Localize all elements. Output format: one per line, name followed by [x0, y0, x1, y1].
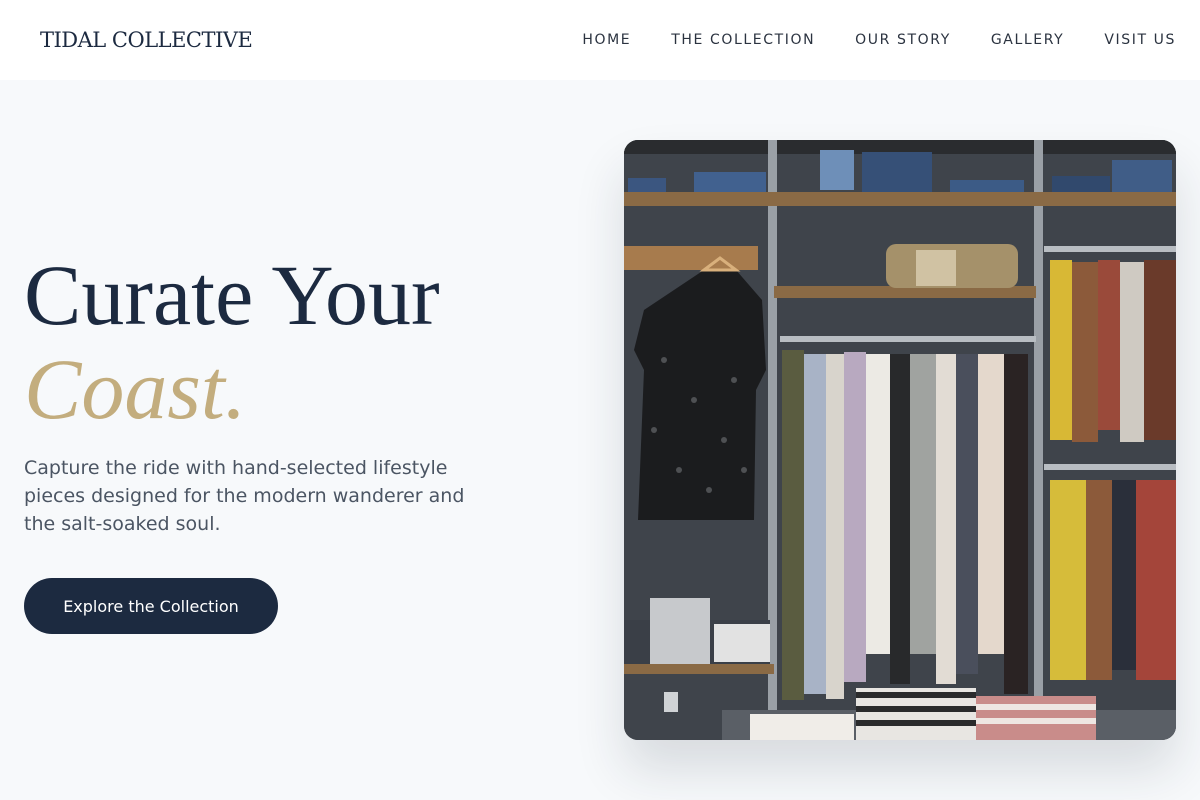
headline-line-1: Curate Your: [24, 247, 440, 343]
nav-link-the-collection[interactable]: THE COLLECTION: [671, 32, 815, 48]
hero-description: Capture the ride with hand-selected life…: [24, 457, 465, 535]
explore-collection-button[interactable]: Explore the Collection: [24, 578, 278, 634]
nav-link-home[interactable]: HOME: [582, 32, 631, 48]
nav-link-gallery[interactable]: GALLERY: [991, 32, 1064, 48]
site-header: TIDAL COLLECTIVE HOME THE COLLECTION OUR…: [0, 0, 1200, 80]
hero-image: [624, 140, 1176, 740]
nav-link-visit-us[interactable]: VISIT US: [1104, 32, 1176, 48]
hero-text: Curate Your Coast. Capture the ride with…: [24, 248, 544, 538]
brand-logo[interactable]: TIDAL COLLECTIVE: [40, 28, 253, 52]
main-nav: HOME THE COLLECTION OUR STORY GALLERY VI…: [582, 32, 1176, 48]
nav-link-our-story[interactable]: OUR STORY: [855, 32, 951, 48]
headline-line-2: Coast.: [24, 341, 247, 437]
hero-headline: Curate Your Coast.: [24, 248, 544, 436]
